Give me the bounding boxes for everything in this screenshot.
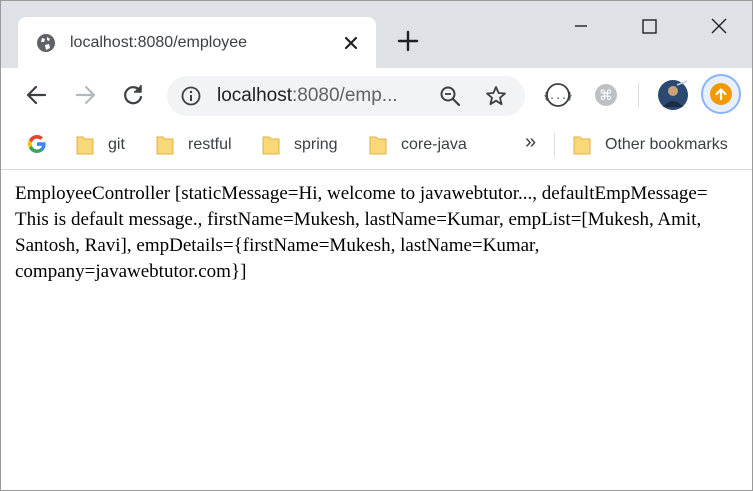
bookmark-core-java[interactable]: core-java: [369, 133, 467, 157]
bookmarks-overflow-button[interactable]: »: [525, 131, 536, 154]
profile-avatar-icon[interactable]: [657, 79, 689, 111]
star-icon[interactable]: [485, 85, 507, 107]
url-text[interactable]: localhost:8080/emp...: [217, 85, 398, 107]
folder-icon: [369, 136, 387, 155]
forward-arrow-icon[interactable]: [72, 82, 98, 108]
update-button[interactable]: [701, 74, 741, 114]
bookmark-spring[interactable]: spring: [262, 133, 338, 157]
url-path: :8080/emp...: [292, 85, 398, 106]
tab-strip: localhost:8080/employee: [1, 1, 752, 68]
svg-text:{...}: {...}: [544, 91, 572, 102]
toolbar-divider: [638, 83, 639, 107]
info-icon[interactable]: [181, 86, 201, 106]
bookmark-label: git: [108, 136, 125, 153]
globe-icon: [37, 34, 55, 52]
close-window-icon[interactable]: [699, 11, 739, 41]
bookmark-label: spring: [294, 136, 338, 153]
zoom-out-icon[interactable]: [439, 85, 461, 107]
bookmark-label: Other bookmarks: [605, 136, 728, 153]
browser-window: localhost:8080/employee localhost:8080/e…: [0, 0, 753, 491]
extension-icon[interactable]: {...}: [544, 81, 572, 109]
folder-icon: [262, 136, 280, 155]
bookmark-git[interactable]: git: [76, 133, 125, 157]
bookmarks-divider: [554, 133, 555, 157]
active-tab[interactable]: localhost:8080/employee: [18, 17, 376, 68]
page-body-text: EmployeeController [staticMessage=Hi, we…: [15, 183, 708, 282]
bookmarks-bar: git restful spring core-java » Other boo…: [1, 123, 752, 170]
minimize-icon[interactable]: [561, 11, 601, 41]
folder-icon: [573, 136, 591, 155]
toolbar: localhost:8080/emp... {...} ⌘: [1, 68, 752, 123]
address-bar[interactable]: localhost:8080/emp...: [167, 76, 525, 116]
svg-text:⌘: ⌘: [599, 88, 613, 104]
folder-icon: [76, 136, 94, 155]
maximize-icon[interactable]: [629, 11, 669, 41]
reload-icon[interactable]: [120, 82, 146, 108]
bookmark-restful[interactable]: restful: [156, 133, 232, 157]
google-icon[interactable]: [27, 134, 47, 154]
bookmark-label: restful: [188, 136, 232, 153]
bookmark-other[interactable]: Other bookmarks: [573, 133, 728, 157]
tab-title: localhost:8080/employee: [70, 34, 248, 51]
plus-icon[interactable]: [395, 28, 421, 54]
close-icon[interactable]: [340, 32, 362, 54]
url-host: localhost: [217, 85, 292, 106]
folder-icon: [156, 136, 174, 155]
update-icon: [710, 83, 732, 105]
back-arrow-icon[interactable]: [24, 82, 50, 108]
command-extension-icon[interactable]: ⌘: [592, 81, 620, 109]
bookmark-label: core-java: [401, 136, 467, 153]
